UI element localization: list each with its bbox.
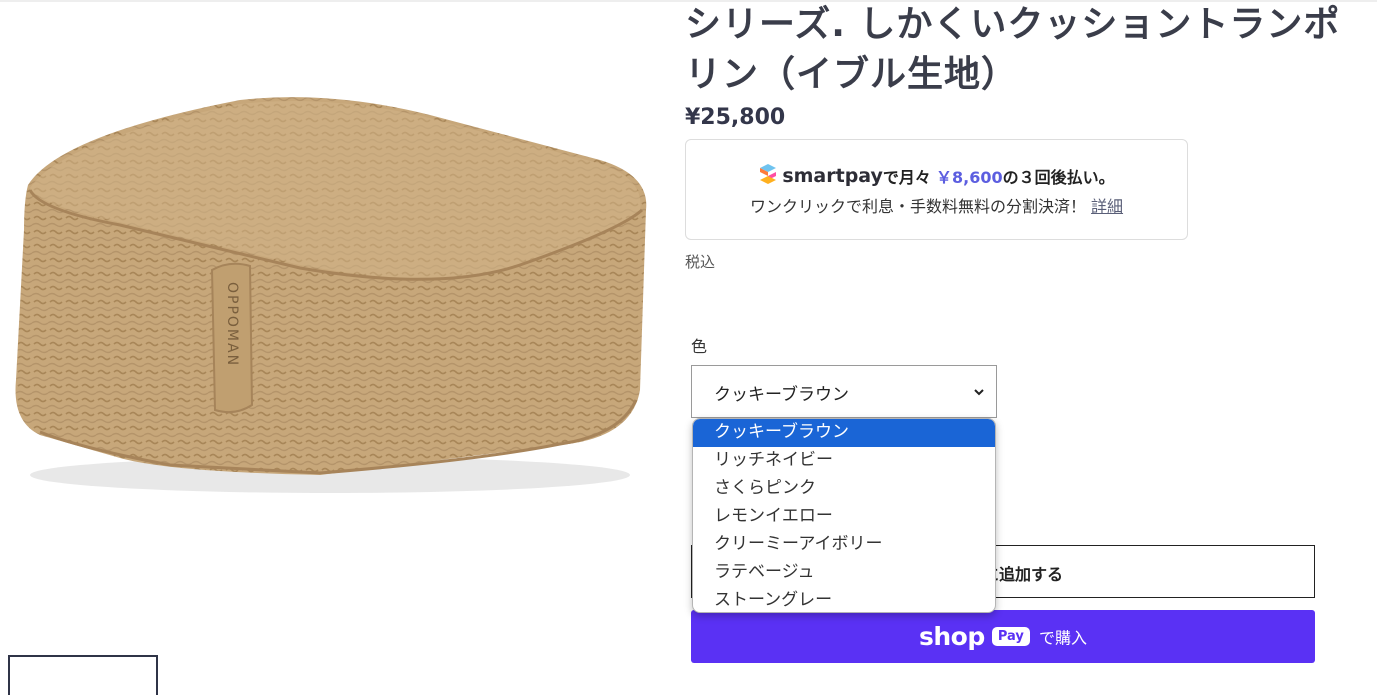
smartpay-prefix: で月々: [882, 168, 931, 187]
smartpay-brand: smartpay: [782, 165, 883, 187]
smartpay-logo-icon: [758, 163, 778, 189]
thumbnail-frame[interactable]: [8, 655, 158, 695]
smartpay-line-1: smartpayで月々 ￥8,600の３回後払い。: [686, 163, 1187, 189]
color-option-cookie-brown[interactable]: クッキーブラウン: [693, 419, 995, 447]
color-select-value: クッキーブラウン: [714, 385, 849, 405]
product-price: ¥25,800: [685, 105, 786, 130]
color-option-rich-navy[interactable]: リッチネイビー: [693, 447, 995, 475]
color-option-latte-beige[interactable]: ラテベージュ: [693, 559, 995, 587]
color-option-sakura-pink[interactable]: さくらピンク: [693, 475, 995, 503]
color-options-list[interactable]: クッキーブラウン リッチネイビー さくらピンク レモンイエロー クリーミーアイボ…: [692, 418, 996, 613]
shop-pay-label: で購入: [1038, 628, 1087, 648]
color-option-creamy-ivory[interactable]: クリーミーアイボリー: [693, 531, 995, 559]
smartpay-suffix: の３回後払い。: [1002, 168, 1115, 187]
embroidered-logo: OPPOMAN: [224, 282, 240, 367]
smartpay-amount: ￥8,600: [936, 168, 1003, 187]
product-title: シリーズ. しかくいクッショントランポリン（イブル生地）: [685, 4, 1341, 95]
smartpay-description: ワンクリックで利息・手数料無料の分割決済！: [749, 197, 1086, 216]
color-label: 色: [691, 337, 708, 356]
tax-note: 税込: [685, 253, 716, 271]
smartpay-banner: smartpayで月々 ￥8,600の３回後払い。 ワンクリックで利息・手数料無…: [685, 139, 1188, 240]
pay-badge: Pay: [991, 627, 1030, 646]
shop-pay-button[interactable]: shop Pay で購入: [691, 610, 1315, 663]
product-image[interactable]: OPPOMAN: [0, 60, 670, 530]
smartpay-details-link[interactable]: 詳細: [1091, 197, 1123, 216]
chevron-down-icon: [972, 384, 986, 398]
shop-pay-logo: shop: [919, 622, 985, 651]
color-option-stone-gray[interactable]: ストーングレー: [693, 587, 995, 612]
smartpay-line-2: ワンクリックで利息・手数料無料の分割決済！ 詳細: [686, 193, 1187, 217]
color-select[interactable]: クッキーブラウン: [691, 365, 997, 418]
color-option-lemon-yellow[interactable]: レモンイエロー: [693, 503, 995, 531]
